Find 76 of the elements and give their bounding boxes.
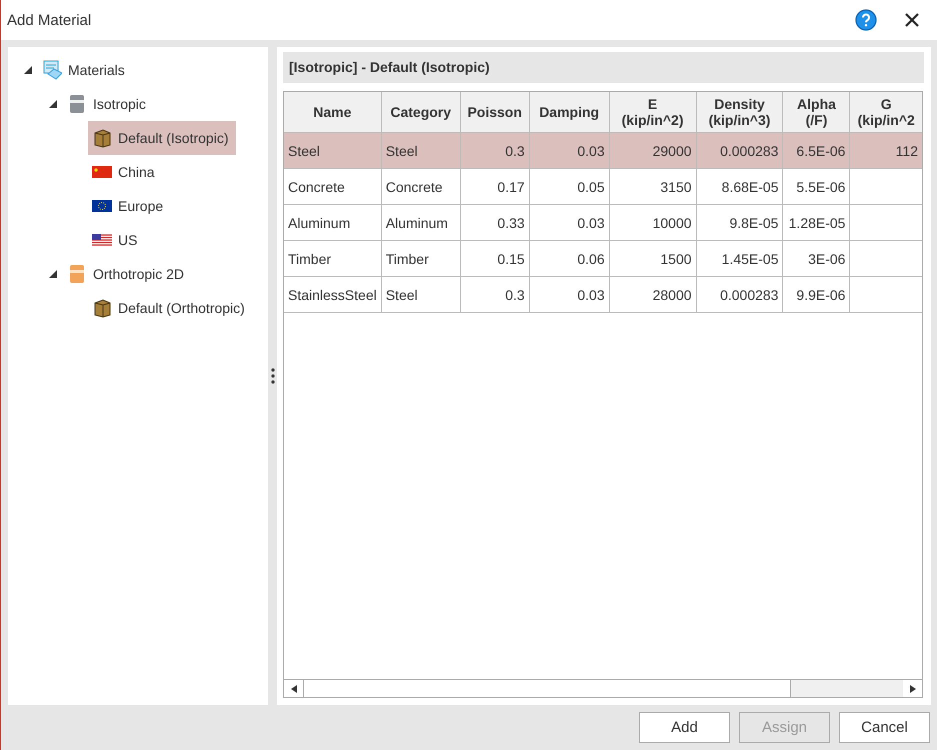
table-cell: 1.28E-05 xyxy=(788,214,846,230)
table-cell: 0.03 xyxy=(577,286,605,302)
table-cell: Aluminum xyxy=(386,214,448,230)
table-cell: 8.68E-05 xyxy=(722,178,778,194)
table-cell: Timber xyxy=(386,250,429,266)
table-cell: 1500 xyxy=(660,250,692,266)
material-block-icon xyxy=(67,264,87,284)
horizontal-scrollbar[interactable] xyxy=(284,679,922,697)
column-header[interactable]: E (kip/in^2) xyxy=(609,92,696,132)
table-cell: Aluminum xyxy=(288,214,350,230)
table-cell: 0.03 xyxy=(577,214,605,230)
help-icon[interactable] xyxy=(855,9,877,31)
panel-title: [Isotropic] - Default (Isotropic) xyxy=(283,52,924,83)
column-header[interactable]: Poisson xyxy=(460,92,530,132)
column-header[interactable]: G (kip/in^2 xyxy=(850,92,922,132)
table-cell: 28000 xyxy=(652,286,692,302)
tree-item[interactable]: Materials xyxy=(38,53,133,87)
table-cell: Timber xyxy=(288,250,332,266)
table-row[interactable]: StainlessSteel Steel 0.3 0.03 28000 0.000283 9.9E-06 xyxy=(284,276,922,312)
table-row[interactable]: Timber Timber 0.15 0.06 1500 1.45E-05 3E-06 xyxy=(284,240,922,276)
table-cell: 0.17 xyxy=(497,178,525,194)
table-row[interactable]: Steel Steel 0.3 0.03 29000 0.000283 6.5E-06 112 xyxy=(284,132,922,168)
table-cell: 3E-06 xyxy=(808,250,846,266)
table-row[interactable]: Concrete Concrete 0.17 0.05 3150 8.68E-05 5.5E-06 xyxy=(284,168,922,204)
table-cell: 0.15 xyxy=(497,250,525,266)
column-header[interactable]: Category xyxy=(381,92,460,132)
expanded-icon[interactable] xyxy=(24,66,32,74)
crate-icon xyxy=(92,298,112,318)
material-block-icon xyxy=(67,94,87,114)
table-cell: 0.000283 xyxy=(720,286,778,302)
crate-icon xyxy=(92,128,112,148)
scroll-right-icon[interactable] xyxy=(910,684,916,692)
tree-item[interactable]: Default (Orthotropic) xyxy=(88,291,253,325)
table-cell: 6.5E-06 xyxy=(796,142,846,158)
dialog-button[interactable]: Add xyxy=(639,712,730,743)
dialog-button[interactable]: Cancel xyxy=(839,712,930,743)
scroll-left-icon[interactable] xyxy=(290,684,296,692)
table-cell: Steel xyxy=(288,142,320,158)
table-cell: 0.3 xyxy=(505,142,525,158)
table-cell: 0.05 xyxy=(577,178,605,194)
table-row[interactable]: Aluminum Aluminum 0.33 0.03 10000 9.8E-05 1.28E-05 xyxy=(284,204,922,240)
tree-item[interactable]: Default (Isotropic) xyxy=(88,121,236,155)
scrollbar-thumb[interactable] xyxy=(303,680,791,697)
tree-item[interactable]: Isotropic xyxy=(63,87,154,121)
table-cell: 112 xyxy=(896,142,918,158)
table-cell: 29000 xyxy=(652,142,692,158)
table-cell: 0.3 xyxy=(505,286,525,302)
table-cell: 0.03 xyxy=(577,142,605,158)
table-cell: 5.5E-06 xyxy=(796,178,846,194)
table-cell: 0.33 xyxy=(497,214,525,230)
tree-item[interactable]: Europe xyxy=(88,189,172,223)
table-cell: 1.45E-05 xyxy=(722,250,778,266)
splitter-handle-icon[interactable] xyxy=(270,367,274,385)
table-cell: 9.8E-05 xyxy=(729,214,778,230)
column-header[interactable]: Alpha (/F) xyxy=(782,92,850,132)
table-cell: 10000 xyxy=(652,214,692,230)
column-header[interactable]: Name xyxy=(284,92,382,132)
tree-item[interactable]: China xyxy=(88,155,163,189)
tree-item[interactable]: Orthotropic 2D xyxy=(63,257,192,291)
table-cell: Steel xyxy=(386,286,418,302)
close-icon[interactable] xyxy=(905,13,919,27)
expanded-icon[interactable] xyxy=(49,270,57,278)
table-cell: Concrete xyxy=(288,178,345,194)
table-cell: Steel xyxy=(386,142,418,158)
tree-item[interactable]: US xyxy=(88,223,146,257)
table-cell: Concrete xyxy=(386,178,443,194)
table-cell: 0.000283 xyxy=(720,142,778,158)
column-header[interactable]: Density (kip/in^3) xyxy=(696,92,783,132)
table-cell: 3150 xyxy=(660,178,692,194)
window-title: Add Material xyxy=(7,12,92,28)
materials-icon xyxy=(42,60,62,80)
table-cell: StainlessSteel xyxy=(288,286,377,302)
table-cell: 9.9E-06 xyxy=(796,286,846,302)
table-cell: 0.06 xyxy=(577,250,605,266)
column-header[interactable]: Damping xyxy=(529,92,610,132)
expanded-icon[interactable] xyxy=(49,100,57,108)
